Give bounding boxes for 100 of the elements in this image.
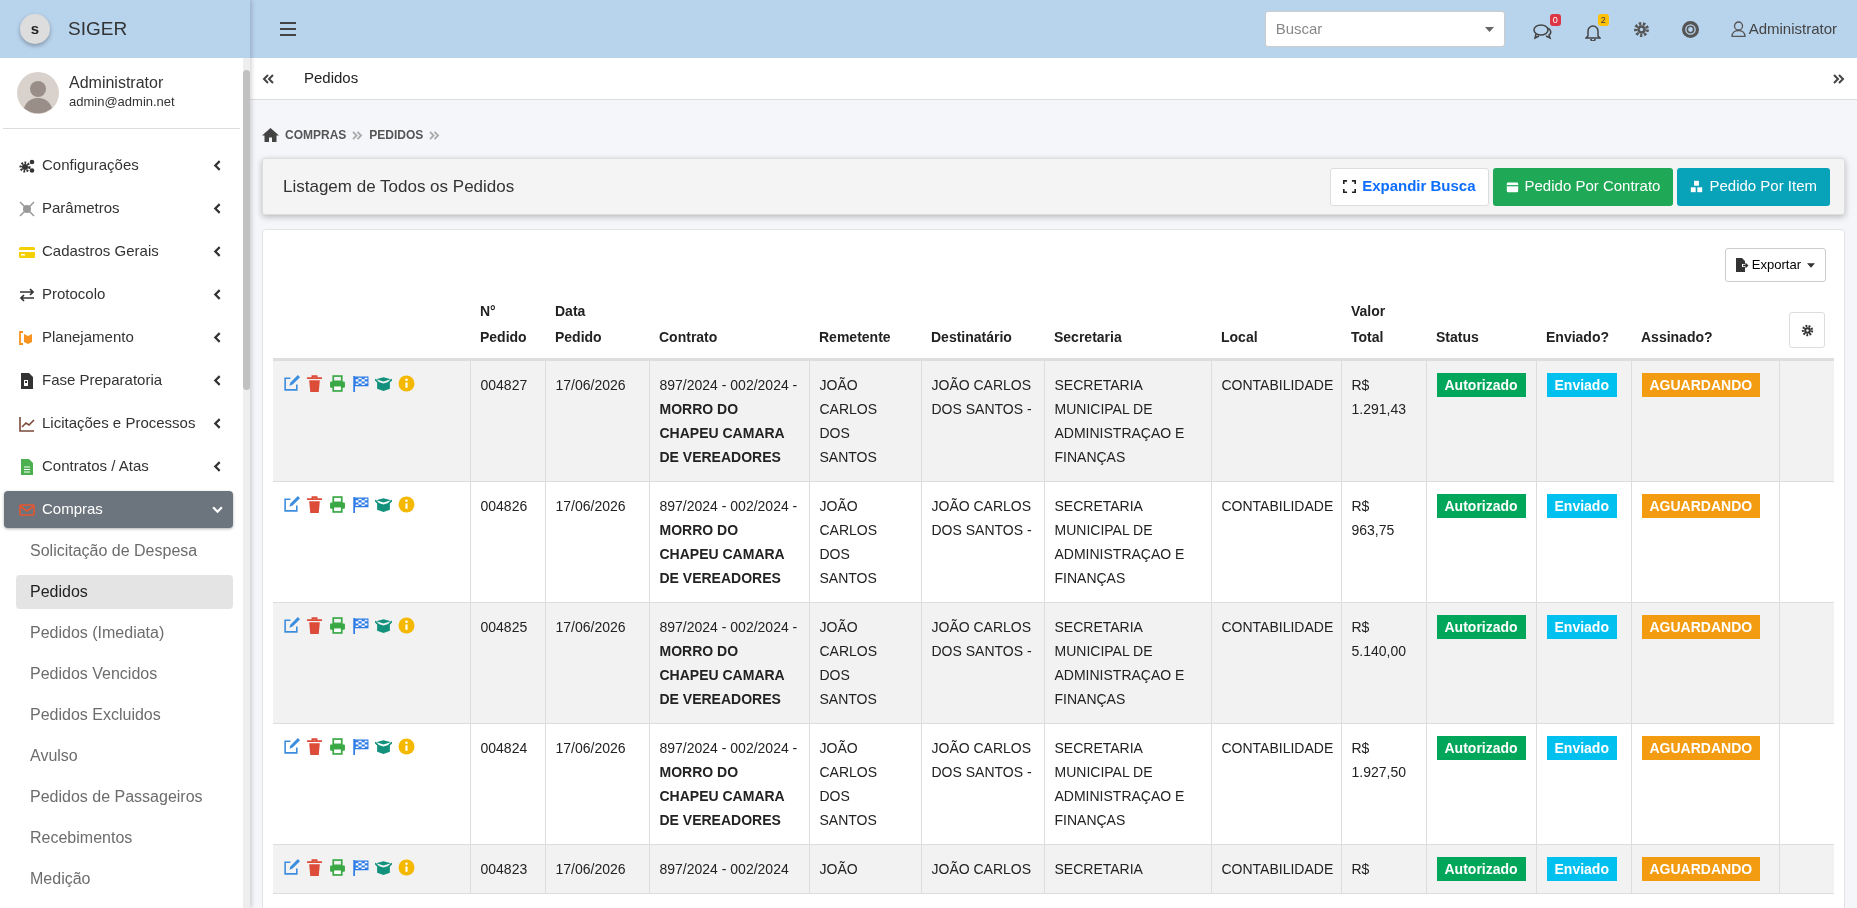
table-cell: SECRETARIA bbox=[1044, 844, 1211, 894]
edit-button[interactable] bbox=[283, 375, 300, 392]
column-header[interactable]: Contrato bbox=[659, 324, 718, 350]
column-header[interactable]: Secretaria bbox=[1054, 324, 1122, 350]
table-cell: 17/06/2026 bbox=[545, 481, 649, 603]
sidebar-item[interactable]: Parâmetros bbox=[4, 190, 233, 227]
sidebar-item[interactable]: Planejamento bbox=[4, 319, 233, 356]
collapse-left-button[interactable] bbox=[262, 73, 274, 84]
expand-icon bbox=[1343, 180, 1357, 193]
table-cell: 897/2024 - 002/2024 - MORRO DO CHAPEU CAMARA DE VEREADORES bbox=[649, 723, 809, 845]
sidebar-item[interactable]: Compras bbox=[4, 491, 233, 528]
submenu-item[interactable]: Pedidos Excluidos bbox=[16, 698, 233, 732]
sent-badge: Enviado bbox=[1546, 494, 1617, 518]
print-button[interactable] bbox=[329, 738, 346, 755]
delete-button[interactable] bbox=[306, 496, 323, 513]
home-icon bbox=[262, 128, 279, 142]
table-cell: SECRETARIA MUNICIPAL DE ADMINISTRAÇAO E FINANÇAS bbox=[1044, 359, 1211, 482]
breadcrumb-link[interactable]: PEDIDOS bbox=[369, 126, 424, 144]
edit-button[interactable] bbox=[283, 496, 300, 513]
delete-button[interactable] bbox=[306, 375, 323, 392]
notifications-button[interactable]: 2 bbox=[1572, 12, 1613, 46]
column-header[interactable]: Remetente bbox=[819, 324, 891, 350]
pencil-square-icon bbox=[283, 375, 300, 392]
edit-button[interactable] bbox=[283, 617, 300, 634]
submenu-item[interactable]: Medição bbox=[16, 862, 233, 896]
delete-button[interactable] bbox=[306, 859, 323, 876]
column-header[interactable]: Data Pedido bbox=[555, 298, 602, 350]
finish-button[interactable] bbox=[352, 375, 369, 392]
file-icon bbox=[18, 458, 36, 475]
items-button[interactable] bbox=[375, 738, 392, 755]
delete-button[interactable] bbox=[306, 738, 323, 755]
count-badge: 0 bbox=[1549, 14, 1561, 26]
column-header[interactable]: Valor Total bbox=[1351, 298, 1386, 350]
sidebar-item[interactable]: Protocolo bbox=[4, 276, 233, 313]
panel-title: Listagem de Todos os Pedidos bbox=[283, 175, 515, 198]
column-header[interactable]: Local bbox=[1221, 324, 1258, 350]
items-button[interactable] bbox=[375, 859, 392, 876]
scrollbar-thumb[interactable] bbox=[243, 70, 250, 390]
table-cell: JOÃO CARLOS DOS SANTOS - bbox=[921, 359, 1044, 482]
printer-icon bbox=[329, 738, 346, 755]
column-header[interactable]: Status bbox=[1436, 324, 1479, 350]
gear-icon bbox=[1800, 323, 1814, 337]
panel-button[interactable]: Expandir Busca bbox=[1330, 167, 1489, 206]
page-tab[interactable]: Pedidos bbox=[304, 67, 359, 90]
finish-button[interactable] bbox=[352, 738, 369, 755]
print-button[interactable] bbox=[329, 859, 346, 876]
table-cell: R$ 1.291,43 bbox=[1341, 359, 1426, 482]
breadcrumb-link[interactable]: COMPRAS bbox=[285, 126, 347, 144]
print-button[interactable] bbox=[329, 496, 346, 513]
caret-icon bbox=[1807, 262, 1815, 268]
table-cell: R$ 963,75 bbox=[1341, 481, 1426, 603]
items-button[interactable] bbox=[375, 496, 392, 513]
sidebar-item[interactable]: Fase Preparatoria bbox=[4, 362, 233, 399]
bell-icon bbox=[1584, 23, 1601, 41]
table-cell: JOÃO bbox=[809, 844, 921, 894]
life-ring-icon bbox=[1681, 20, 1699, 38]
sidebar-item[interactable]: Contratos / Atas bbox=[4, 448, 233, 485]
column-header[interactable]: Enviado? bbox=[1546, 324, 1609, 350]
submenu-item[interactable]: Pedidos (Imediata) bbox=[16, 616, 233, 650]
column-header[interactable]: Assinado? bbox=[1641, 324, 1713, 350]
info-button[interactable] bbox=[398, 496, 415, 513]
caret-icon bbox=[1484, 26, 1494, 32]
table-cell: JOÃO CARLOS DOS SANTOS - bbox=[921, 723, 1044, 845]
items-button[interactable] bbox=[375, 617, 392, 634]
pencil-square-icon bbox=[283, 859, 300, 876]
info-icon bbox=[398, 617, 415, 634]
sidebar-item[interactable]: Cadastros Gerais bbox=[4, 233, 233, 270]
user-menu-button[interactable]: Administrator bbox=[1718, 17, 1849, 41]
column-header[interactable]: Destinatário bbox=[931, 324, 1012, 350]
export-button[interactable]: Exportar bbox=[1724, 248, 1826, 282]
items-button[interactable] bbox=[375, 375, 392, 392]
table-cell: 897/2024 - 002/2024 bbox=[649, 844, 809, 894]
submenu-item[interactable]: Recebimentos bbox=[16, 821, 233, 855]
finish-button[interactable] bbox=[352, 617, 369, 634]
table-cell: 17/06/2026 bbox=[545, 602, 649, 724]
column-header[interactable]: N° Pedido bbox=[480, 298, 527, 350]
print-button[interactable] bbox=[329, 617, 346, 634]
finish-button[interactable] bbox=[352, 496, 369, 513]
finish-button[interactable] bbox=[352, 859, 369, 876]
submenu-item[interactable]: Pedidos de Passageiros bbox=[16, 780, 233, 814]
search-field[interactable]: Buscar bbox=[1264, 11, 1505, 47]
print-button[interactable] bbox=[329, 375, 346, 392]
status-badge: Autorizado bbox=[1436, 615, 1526, 639]
table-cell: R$ 1.927,50 bbox=[1341, 723, 1426, 845]
submenu-item[interactable]: Pedidos Vencidos bbox=[16, 657, 233, 691]
submenu-item[interactable]: Pedidos bbox=[16, 575, 233, 609]
sidebar-item[interactable]: Configurações bbox=[4, 147, 233, 184]
open-box-icon bbox=[375, 617, 392, 634]
delete-button[interactable] bbox=[306, 617, 323, 634]
boxes-icon bbox=[1690, 180, 1704, 193]
column-settings-button[interactable] bbox=[1789, 312, 1825, 348]
edit-button[interactable] bbox=[283, 738, 300, 755]
info-button[interactable] bbox=[398, 738, 415, 755]
submenu-item[interactable]: Avulso bbox=[16, 739, 233, 773]
edit-button[interactable] bbox=[283, 859, 300, 876]
collapse-right-button[interactable] bbox=[1833, 73, 1845, 84]
messages-button[interactable]: 0 bbox=[1520, 12, 1565, 46]
trash-icon bbox=[306, 617, 323, 634]
sidebar-item[interactable]: Licitações e Processos bbox=[4, 405, 233, 442]
submenu-item[interactable]: Solicitação de Despesa bbox=[16, 534, 233, 568]
